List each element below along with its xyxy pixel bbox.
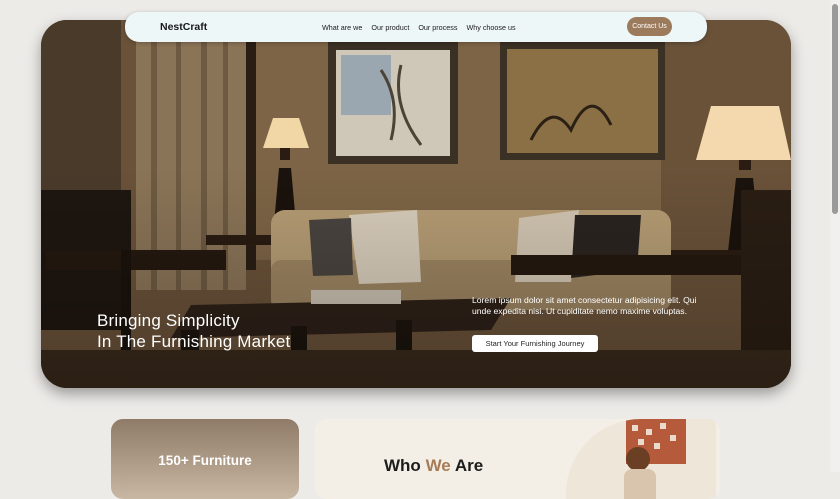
- hero-headline-line-1: Bringing Simplicity: [97, 311, 240, 330]
- person-with-wall-art-image: [566, 419, 716, 499]
- scrollbar-thumb[interactable]: [832, 4, 838, 214]
- nav-link-our-process[interactable]: Our process: [418, 23, 457, 32]
- hero-banner: Bringing Simplicity In The Furnishing Ma…: [41, 20, 791, 388]
- page-scrollbar[interactable]: [830, 0, 840, 472]
- nav-link-why-choose-us[interactable]: Why choose us: [466, 23, 515, 32]
- hero-description: Lorem ipsum dolor sit amet consectetur a…: [472, 295, 697, 316]
- title-are: Are: [454, 456, 484, 475]
- furniture-count: 150+ Furniture: [158, 453, 252, 468]
- title-we: We: [425, 456, 451, 475]
- nav-link-what-are-we[interactable]: What are we: [322, 23, 362, 32]
- about-photo: [566, 419, 716, 499]
- who-we-are-title: Who We Are: [384, 456, 483, 476]
- nav-links: What are we Our product Our process Why …: [322, 23, 516, 32]
- contact-us-button[interactable]: Contact Us: [627, 17, 672, 36]
- start-journey-button[interactable]: Start Your Furnishing Journey: [472, 335, 598, 352]
- furniture-stat-card: 150+ Furniture: [111, 419, 299, 499]
- who-we-are-card: Who We Are: [315, 419, 720, 499]
- brand-logo[interactable]: NestCraft: [160, 21, 207, 33]
- hero-headline: Bringing Simplicity In The Furnishing Ma…: [97, 310, 357, 352]
- title-who: Who: [384, 456, 421, 475]
- hero-headline-line-2: In The Furnishing Market: [97, 332, 291, 351]
- top-navbar: NestCraft What are we Our product Our pr…: [125, 12, 707, 42]
- nav-link-our-product[interactable]: Our product: [371, 23, 409, 32]
